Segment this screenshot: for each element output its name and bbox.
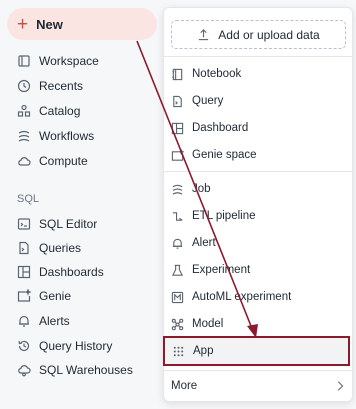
menu-item-label: Query: [192, 95, 224, 107]
sidebar-item-label: Workflows: [39, 129, 95, 143]
sidebar-item-compute[interactable]: Compute: [17, 150, 88, 172]
menu-item-label: App: [193, 345, 214, 357]
sidebar-item-workflows[interactable]: Workflows: [17, 125, 94, 147]
menu-item-automl-experiment[interactable]: AutoML experiment: [164, 285, 352, 309]
app-grid-icon: [173, 346, 184, 356]
menu-item-model[interactable]: Model: [164, 312, 352, 336]
menu-item-job[interactable]: Job: [164, 177, 352, 201]
sidebar-item-genie[interactable]: Genie: [17, 285, 71, 307]
add-upload-data-button[interactable]: Add or upload data: [171, 20, 346, 49]
sidebar-item-alerts[interactable]: Alerts: [17, 310, 70, 332]
sidebar-item-sql-warehouses[interactable]: SQL Warehouses: [17, 359, 133, 381]
menu-item-app[interactable]: App: [163, 336, 350, 366]
job-icon: [172, 184, 183, 195]
menu-item-label: Genie space: [192, 149, 257, 161]
bell-icon: [172, 238, 183, 249]
history-icon: [18, 340, 30, 352]
warehouse-icon: [18, 365, 31, 377]
clock-icon: [17, 79, 31, 93]
sidebar-item-label: Dashboards: [39, 265, 104, 279]
new-button-label: New: [36, 16, 63, 32]
sidebar-item-label: SQL Editor: [39, 217, 98, 231]
sidebar-item-workspace[interactable]: Workspace: [17, 50, 99, 72]
menu-item-label: Model: [192, 318, 224, 330]
workspace-icon: [18, 55, 30, 67]
genie-icon: [17, 289, 31, 302]
sidebar-item-label: SQL Warehouses: [39, 363, 133, 377]
sidebar-item-label: Queries: [39, 241, 82, 255]
sidebar-item-sql-editor[interactable]: SQL Editor: [17, 213, 97, 235]
sql-section-label: SQL: [17, 193, 40, 205]
plus-icon: +: [17, 13, 29, 35]
upload-icon: [199, 29, 209, 41]
menu-item-query[interactable]: Query: [164, 89, 352, 113]
sidebar: + New Workspace Recents Catalog Workflow…: [0, 0, 170, 409]
dashboard-icon: [171, 122, 184, 134]
menu-item-more[interactable]: More: [171, 377, 346, 395]
sidebar-item-query-history[interactable]: Query History: [17, 335, 112, 357]
automl-icon: [171, 291, 184, 303]
menu-item-label: Job: [192, 183, 211, 195]
new-button[interactable]: + New: [7, 8, 157, 40]
menu-item-dashboard[interactable]: Dashboard: [164, 116, 352, 140]
sidebar-item-label: Compute: [39, 154, 88, 168]
model-icon: [171, 318, 184, 330]
sidebar-item-label: Recents: [39, 79, 84, 93]
menu-item-label: ETL pipeline: [192, 210, 256, 222]
menu-item-label: Experiment: [192, 264, 251, 276]
sidebar-item-label: Catalog: [39, 104, 81, 118]
pipeline-icon: [172, 211, 183, 221]
menu-divider: [164, 370, 352, 371]
workflows-icon: [18, 130, 30, 142]
sidebar-item-label: Alerts: [39, 314, 70, 328]
menu-item-experiment[interactable]: Experiment: [164, 258, 352, 282]
menu-item-genie-space[interactable]: Genie space: [164, 143, 352, 167]
catalog-icon: [17, 104, 31, 117]
menu-item-label: AutoML experiment: [192, 291, 292, 303]
sidebar-item-label: Query History: [39, 339, 113, 353]
sidebar-item-label: Workspace: [39, 54, 99, 68]
flask-icon: [171, 264, 184, 276]
chevron-right-icon: [337, 381, 344, 391]
menu-item-label: Dashboard: [192, 122, 249, 134]
sidebar-item-label: Genie: [39, 289, 72, 303]
query-icon: [173, 95, 182, 107]
bell-icon: [19, 315, 29, 327]
genie-icon: [171, 148, 184, 161]
sidebar-item-recents[interactable]: Recents: [17, 75, 83, 97]
new-menu-dropdown: Add or upload data Notebook Query Dashbo…: [163, 7, 353, 402]
upload-label: Add or upload data: [218, 27, 320, 42]
sidebar-item-catalog[interactable]: Catalog: [17, 100, 80, 122]
notebook-icon: [172, 68, 183, 80]
menu-item-notebook[interactable]: Notebook: [164, 62, 352, 86]
sidebar-item-queries[interactable]: Queries: [17, 237, 81, 259]
menu-item-etl-pipeline[interactable]: ETL pipeline: [164, 204, 352, 228]
menu-item-label: Notebook: [192, 68, 242, 80]
menu-divider: [164, 56, 352, 57]
query-icon: [19, 241, 29, 255]
more-label: More: [171, 380, 198, 392]
cloud-icon: [18, 157, 31, 166]
dashboard-icon: [17, 265, 31, 279]
menu-item-alert[interactable]: Alert: [164, 231, 352, 255]
sql-editor-icon: [17, 218, 31, 230]
menu-item-label: Alert: [192, 237, 216, 249]
sidebar-item-dashboards[interactable]: Dashboards: [17, 261, 104, 283]
menu-divider: [164, 171, 352, 172]
